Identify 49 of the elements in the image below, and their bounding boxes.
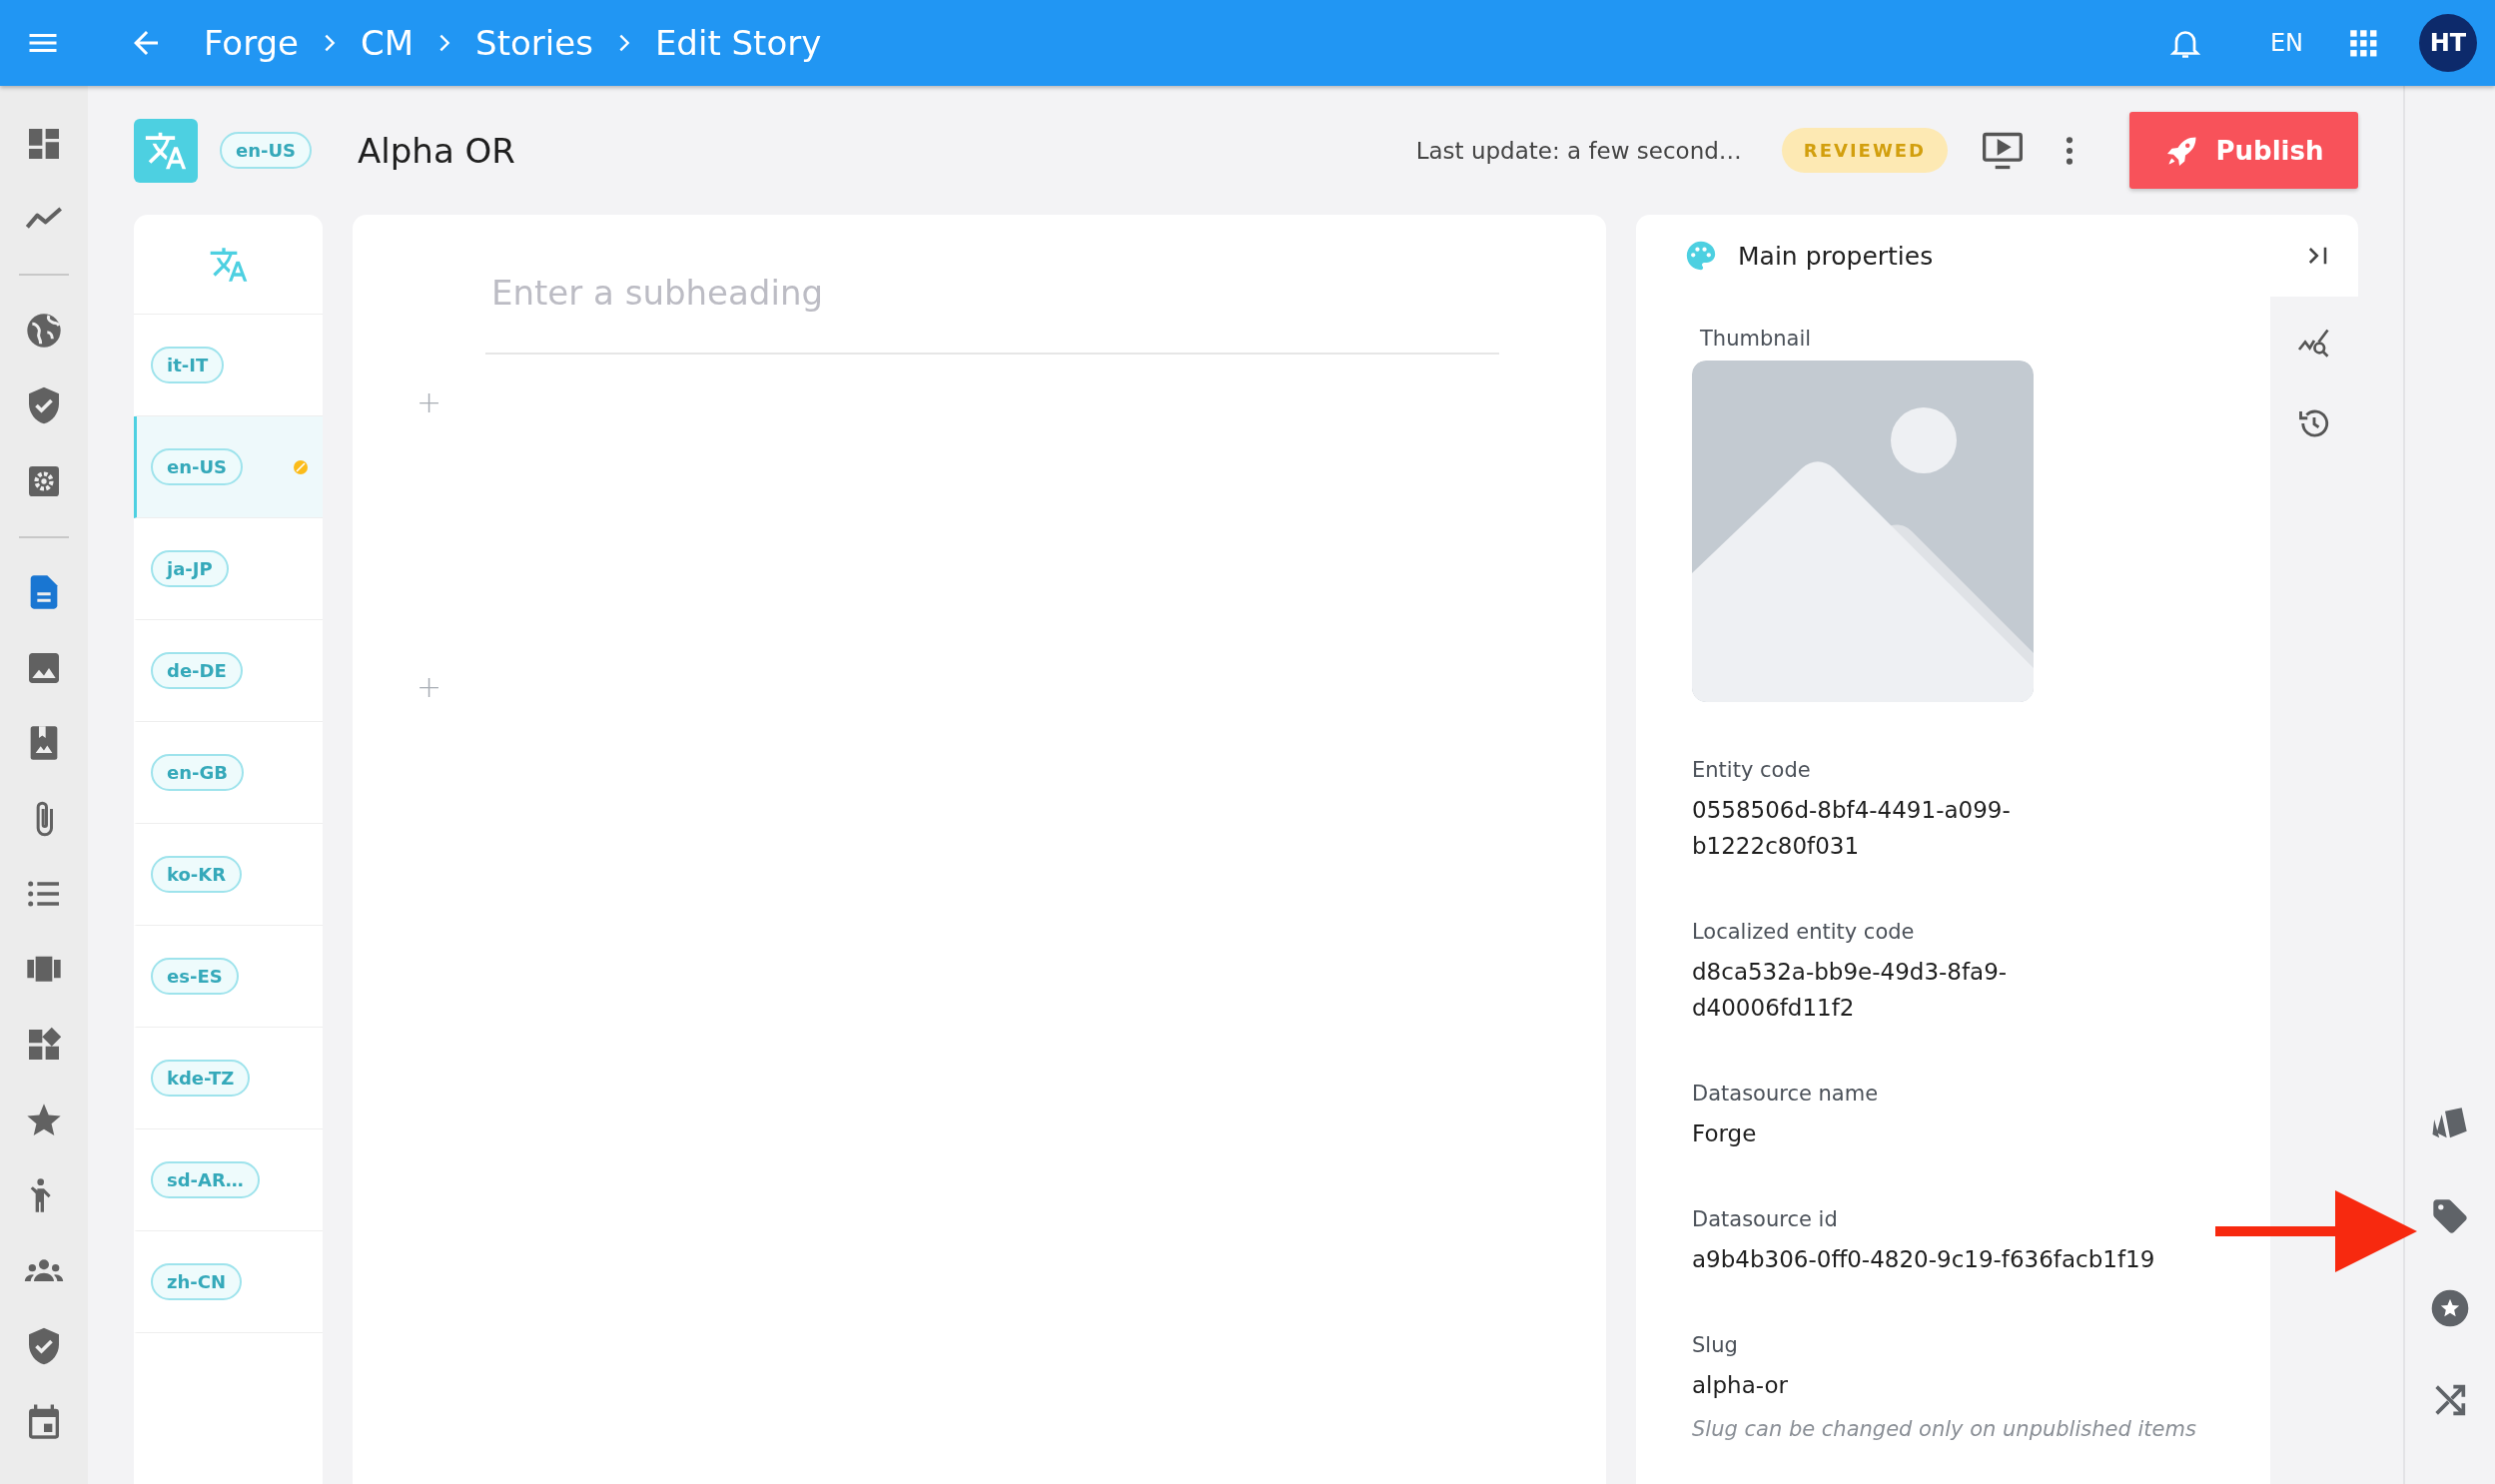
field-label: Entity code [1692, 758, 1812, 782]
locale-tag: zh-CN [151, 1263, 243, 1300]
locale-tag: en-US [220, 132, 313, 169]
breadcrumb-link[interactable]: Forge [204, 23, 300, 63]
user-avatar[interactable]: HT [2419, 14, 2477, 72]
add-block-button[interactable]: + [416, 384, 442, 419]
palette-icon [1684, 239, 1718, 273]
locale-row[interactable]: en-US [134, 416, 323, 518]
locale-row[interactable]: ja-JP [134, 518, 323, 620]
locale-tag: kde-TZ [151, 1060, 251, 1097]
locale-row[interactable]: sd-AR… [134, 1129, 323, 1231]
field-label: Slug [1692, 1333, 1739, 1357]
status-badge: REVIEWED [1781, 128, 1948, 173]
locale-row[interactable]: ko-KR [134, 824, 323, 926]
field-label: Datasource id [1692, 1207, 1839, 1231]
field-label: Thumbnail [1699, 327, 1813, 351]
locale-tag: ko-KR [151, 856, 243, 893]
locale-tag: en-GB [151, 754, 244, 791]
field-label: Localized entity code [1692, 920, 1916, 944]
locale-row[interactable]: it-IT [134, 315, 323, 416]
locale-row[interactable]: zh-CN [134, 1231, 323, 1333]
locale-row[interactable]: en-GB [134, 722, 323, 824]
story-title: Alpha OR [358, 130, 516, 171]
locale-row[interactable]: kde-TZ [134, 1028, 323, 1129]
breadcrumb-link[interactable]: CM [361, 23, 415, 63]
locale-tag: de-DE [151, 652, 243, 689]
add-block-button[interactable]: + [416, 669, 442, 704]
field-label: Datasource name [1692, 1082, 1880, 1106]
field-value: a9b4b306-0ff0-4820-9c19-f636facb1f19 [1692, 1245, 2156, 1274]
breadcrumb-link[interactable]: Stories [475, 23, 593, 63]
field-value: 0558506d-8bf4-4491-a099-b1222c80f031 [1692, 796, 2012, 861]
locale-tag: it-IT [151, 347, 225, 383]
subheading-field[interactable]: Enter a subheading [485, 255, 1499, 355]
locale-tag: sd-AR… [151, 1161, 260, 1198]
locale-tag: en-US [151, 448, 244, 485]
panel-title: Main properties [1738, 241, 1935, 271]
language-selector[interactable]: EN [2269, 29, 2303, 57]
publish-button[interactable]: Publish [2129, 112, 2358, 189]
field-hint: Slug can be changed only on unpublished items [1692, 1417, 2197, 1441]
locale-row[interactable]: de-DE [134, 620, 323, 722]
breadcrumb-link[interactable]: Edit Story [654, 23, 822, 63]
locale-tag: es-ES [151, 958, 239, 995]
translate-icon [134, 118, 198, 183]
field-value: alpha-or [1692, 1371, 1789, 1400]
locale-row[interactable]: es-ES [134, 926, 323, 1028]
last-update-text: Last update: a few second… [1415, 137, 1742, 164]
locale-tag: ja-JP [151, 550, 229, 587]
field-value: d8ca532a-bb9e-49d3-8fa9-d40006fd11f2 [1692, 958, 2009, 1023]
field-value: Forge [1692, 1119, 1758, 1148]
